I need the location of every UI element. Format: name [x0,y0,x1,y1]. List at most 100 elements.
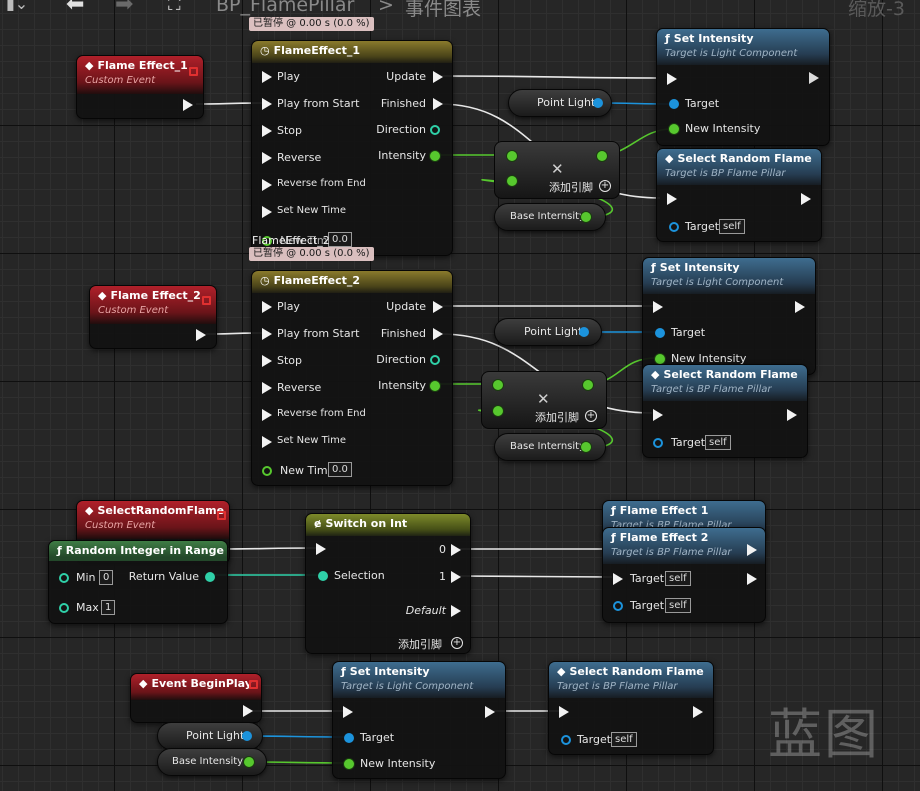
exec-in-pin-reverse-from-end[interactable] [262,409,272,421]
exec-in-pin-set-new-time[interactable] [262,206,272,218]
exec-out-pin[interactable] [795,301,805,313]
set-intensity-node-2[interactable]: ƒ Set Intensity Target is Light Component … [642,257,816,375]
exec-in-pin-stop[interactable] [262,125,272,137]
float-out-pin[interactable] [581,442,591,452]
breadcrumb-blueprint[interactable]: BP_FlamePillar [216,0,354,16]
set-intensity-node-3[interactable]: ƒ Set Intensity Target is Light Component … [332,661,506,779]
exec-in-pin-play-from-start[interactable] [262,98,272,110]
exec-in-pin-set-new-time[interactable] [262,436,272,448]
exec-out-pin[interactable] [183,99,193,111]
add-pin-icon[interactable]: + [585,410,597,422]
exec-in-pin[interactable] [653,301,663,313]
select-random-flame-node-1[interactable]: ◆ Select Random Flame Target is BP Flame P… [656,148,822,242]
getter-base-intensity-2[interactable]: Base Internsity [494,433,606,461]
target-pin[interactable] [653,438,663,448]
exec-out-pin[interactable] [693,706,703,718]
min-pin[interactable] [59,573,69,583]
multiply-out-pin[interactable] [597,151,607,161]
new-time-value[interactable]: 0.0 [328,232,352,247]
add-pin-icon[interactable]: + [451,637,463,649]
getter-point-light-1[interactable]: Point Light [508,89,612,117]
select-random-flame-node-3[interactable]: ◆ Select Random Flame Target is BP Flame P… [548,661,714,755]
add-pin-icon[interactable]: + [599,180,611,192]
multiply-in-pin-b[interactable] [493,406,503,416]
exec-out-pin-finished[interactable] [433,328,443,340]
getter-point-light-3[interactable]: Point Light [157,722,263,750]
target-self-value[interactable]: self [611,732,637,747]
exec-in-pin-play-from-start[interactable] [262,328,272,340]
exec-in-pin-reverse-from-end[interactable] [262,179,272,191]
max-pin[interactable] [59,603,69,613]
exec-out-pin-case-0[interactable] [451,544,461,556]
object-out-pin[interactable] [242,731,252,741]
float-out-pin[interactable] [244,757,254,767]
exec-out-pin-update[interactable] [433,301,443,313]
exec-in-pin-play[interactable] [262,71,272,83]
target-self-value[interactable]: self [665,598,691,613]
target-pin[interactable] [669,222,679,232]
timeline-node-flame-effect-2[interactable]: ◷ FlameEffect_2 Play Play from Start Stop… [251,270,453,486]
forward-arrow-icon[interactable]: ➡ [115,0,133,17]
exec-out-pin[interactable] [243,705,253,717]
exec-in-pin[interactable] [653,409,663,421]
back-arrow-icon[interactable]: ⬅ [66,0,84,17]
exec-in-pin[interactable] [613,573,623,585]
getter-base-intensity-1[interactable]: Base Internsity [494,203,606,231]
target-self-value[interactable]: self [719,219,745,234]
multiply-out-pin[interactable] [583,380,593,390]
exec-out-pin-update[interactable] [433,71,443,83]
breadcrumb-graph[interactable]: 事件图表 [405,0,481,21]
target-pin[interactable] [655,328,665,338]
multiply-in-pin-a[interactable] [507,151,517,161]
exec-in-pin-reverse[interactable] [262,382,272,394]
max-value[interactable]: 1 [101,600,116,615]
set-intensity-node-1[interactable]: ƒ Set Intensity Target is Light Component … [656,28,830,146]
exec-in-pin[interactable] [667,73,677,85]
return-value-pin[interactable] [205,572,215,582]
direction-pin[interactable] [430,125,440,135]
random-integer-in-range-node[interactable]: ƒ Random Integer in Range Min 0 Max 1 Ret… [48,540,228,624]
switch-on-int-node[interactable]: ɇ Switch on Int Selection 0 1 Default 添加引… [305,513,471,654]
delegate-pin-icon[interactable] [189,67,198,76]
exec-in-pin-reverse[interactable] [262,152,272,164]
new-time-value[interactable]: 0.0 [328,462,352,477]
hierarchy-icon[interactable]: ⛶ [168,0,181,15]
getter-base-intensity-3[interactable]: Base Intensity [157,748,267,776]
object-out-pin[interactable] [593,98,603,108]
target-pin[interactable] [613,601,623,611]
exec-in-pin[interactable] [667,193,677,205]
getter-point-light-2[interactable]: Point Light [494,318,602,346]
exec-in-pin-stop[interactable] [262,355,272,367]
new-intensity-pin[interactable] [655,354,665,364]
exec-out-pin[interactable] [196,329,206,341]
new-intensity-pin[interactable] [344,759,354,769]
exec-in-pin[interactable] [316,543,326,555]
exec-out-pin-finished[interactable] [433,98,443,110]
select-random-flame-node-2[interactable]: ◆ Select Random Flame Target is BP Flame P… [642,364,808,458]
min-value[interactable]: 0 [99,570,114,585]
target-pin[interactable] [344,733,354,743]
float-out-pin[interactable] [581,212,591,222]
exec-out-pin[interactable] [747,573,757,585]
object-out-pin[interactable] [579,327,589,337]
bookmark-icon[interactable]: ▮⌄ [6,0,28,13]
exec-out-pin-default[interactable] [451,605,461,617]
target-pin[interactable] [669,99,679,109]
exec-out-pin[interactable] [485,706,495,718]
exec-in-pin[interactable] [559,706,569,718]
intensity-out-pin[interactable] [430,381,440,391]
delegate-pin-icon[interactable] [217,511,226,520]
multiply-in-pin-a[interactable] [493,380,503,390]
exec-out-pin[interactable] [787,409,797,421]
event-begin-play-node[interactable]: ◆ Event BeginPlay [130,673,262,723]
multiply-node-2[interactable]: ✕ 添加引脚 + [481,371,607,429]
event-node-flame-effect-2[interactable]: ◆ Flame Effect_2 Custom Event [89,285,217,349]
event-node-flame-effect-1[interactable]: ◆ Flame Effect_1 Custom Event [76,55,204,119]
target-pin[interactable] [561,735,571,745]
call-flame-effect-2-node[interactable]: ƒ Flame Effect 2 Target is BP Flame Pillar… [602,527,766,623]
exec-out-pin-case-1[interactable] [451,571,461,583]
exec-in-pin-play[interactable] [262,301,272,313]
target-self-value[interactable]: self [665,571,691,586]
exec-out-pin[interactable] [809,72,819,84]
target-self-value[interactable]: self [705,435,731,450]
